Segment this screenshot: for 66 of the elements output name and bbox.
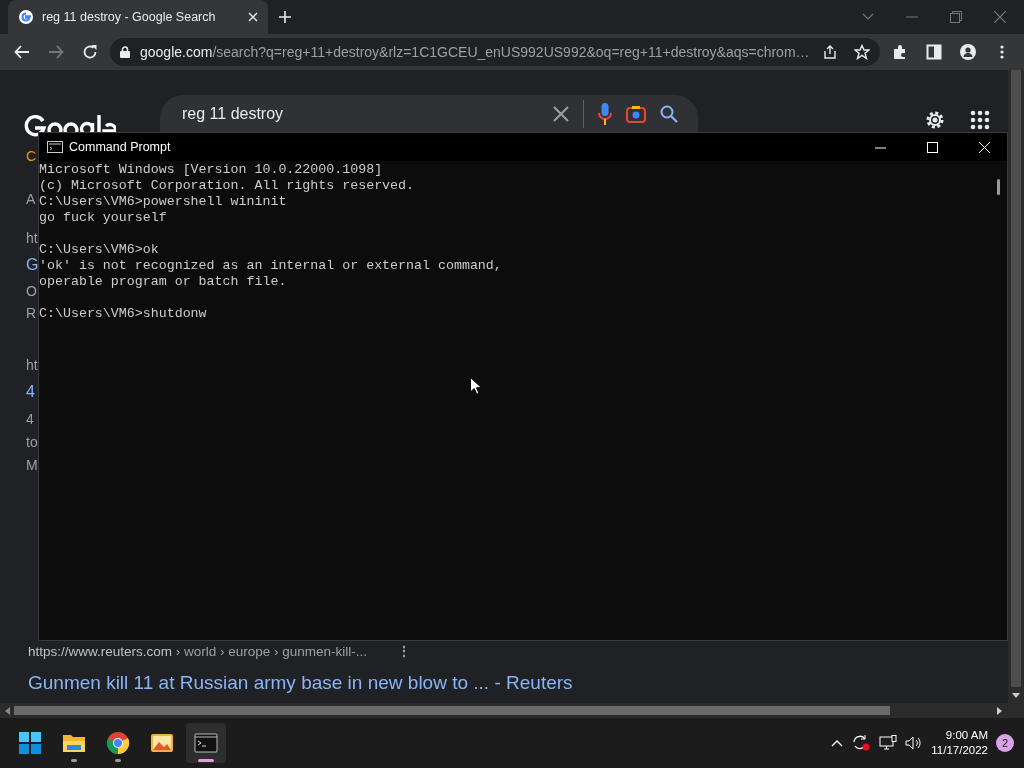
chrome-icon <box>106 731 130 755</box>
scroll-down-icon[interactable] <box>1012 693 1020 698</box>
result-text: R <box>26 304 38 322</box>
tab-label[interactable]: C <box>26 147 38 165</box>
scrollbar-thumb[interactable] <box>1011 70 1021 687</box>
network-icon[interactable] <box>879 735 898 751</box>
result-text: A <box>26 190 37 208</box>
apps-grid-icon[interactable] <box>970 110 990 130</box>
notification-badge[interactable]: 2 <box>996 734 1014 752</box>
volume-icon[interactable] <box>905 735 924 751</box>
result-text: ht <box>26 356 38 374</box>
result-url: https://www.reuters.com › world › europe › gunmen-kill-... <box>28 643 368 662</box>
search-field[interactable]: reg 11 destroy <box>160 95 698 132</box>
windows-logo-icon <box>18 731 42 755</box>
reload-icon[interactable] <box>82 44 98 60</box>
search-input[interactable]: reg 11 destroy <box>180 100 539 127</box>
photo-icon <box>150 731 174 755</box>
terminal-icon <box>47 141 63 153</box>
back-icon[interactable] <box>14 44 30 60</box>
terminal-icon <box>194 731 218 755</box>
result-text: O <box>26 282 38 300</box>
result-title[interactable]: 4 <box>26 380 38 404</box>
terminal-line: go fuck yourself <box>39 210 168 226</box>
url-text: google.com/search?q=reg+11+destroy&rlz=1C1GCEU_enUS992US992&oq=reg+11+destroy&aqs=chrom… <box>140 42 810 62</box>
chevron-up-icon[interactable] <box>831 739 844 747</box>
settings-icon[interactable] <box>924 109 946 131</box>
caret-icon[interactable] <box>862 13 874 21</box>
profile-icon[interactable] <box>960 44 976 60</box>
search-icon[interactable] <box>660 104 678 123</box>
lock-icon <box>120 46 130 58</box>
google-icon <box>18 9 34 25</box>
clock-date[interactable]: 11/17/2022 <box>931 743 988 758</box>
result-text: ht <box>26 229 38 247</box>
scroll-right-icon[interactable] <box>997 706 1002 715</box>
taskbar-button[interactable] <box>186 723 226 763</box>
result-text: 4 <box>26 410 35 428</box>
terminal-line: (c) Microsoft Corporation. All rights reserved. <box>39 178 416 194</box>
maximize-icon[interactable] <box>926 141 938 153</box>
terminal-line: C:\Users\VM6>shutdonw <box>39 306 208 322</box>
terminal-line: C:\Users\VM6>ok <box>39 242 160 258</box>
result-text: M <box>26 456 38 474</box>
scrollbar-thumb[interactable] <box>14 706 890 715</box>
terminal-line: operable program or batch file. <box>39 274 288 290</box>
mouse-pointer-icon <box>470 377 482 395</box>
sync-icon[interactable] <box>851 734 872 752</box>
more-button[interactable]: ⋮ <box>397 642 412 663</box>
microphone-icon[interactable] <box>598 102 612 125</box>
side-panel-icon[interactable] <box>926 44 942 60</box>
terminal-line: 'ok' is not recognized as an internal or external command, <box>39 258 503 274</box>
share-icon[interactable] <box>822 44 838 60</box>
window-title: Command Prompt <box>69 138 172 156</box>
result-link[interactable]: Gunmen kill 11 at Russian army base in new blow to ... - Reuters <box>28 668 573 697</box>
result-text: to <box>26 433 38 451</box>
address-bar[interactable]: google.com/search?q=reg+11+destroy&rlz=1C1GCEU_enUS992US992&oq=reg+11+destroy&aqs=chrom… <box>110 38 880 66</box>
browser-tab[interactable]: reg 11 destroy - Google Search <box>8 0 268 34</box>
camera-icon[interactable] <box>626 104 646 123</box>
clock-time[interactable]: 9:00 AM <box>931 728 988 743</box>
scrollbar-thumb[interactable] <box>997 179 1000 195</box>
star-icon[interactable] <box>854 44 870 60</box>
restore-icon[interactable] <box>950 11 962 23</box>
scroll-left-icon[interactable] <box>5 706 10 715</box>
puzzle-icon[interactable] <box>892 44 908 60</box>
result-title[interactable]: G <box>26 253 38 277</box>
terminal-line: C:\Users\VM6>powershell wininit <box>39 194 288 210</box>
terminal-line: Microsoft Windows [Version 10.0.22000.1098] <box>39 162 384 178</box>
new-tab-icon[interactable] <box>278 10 292 24</box>
